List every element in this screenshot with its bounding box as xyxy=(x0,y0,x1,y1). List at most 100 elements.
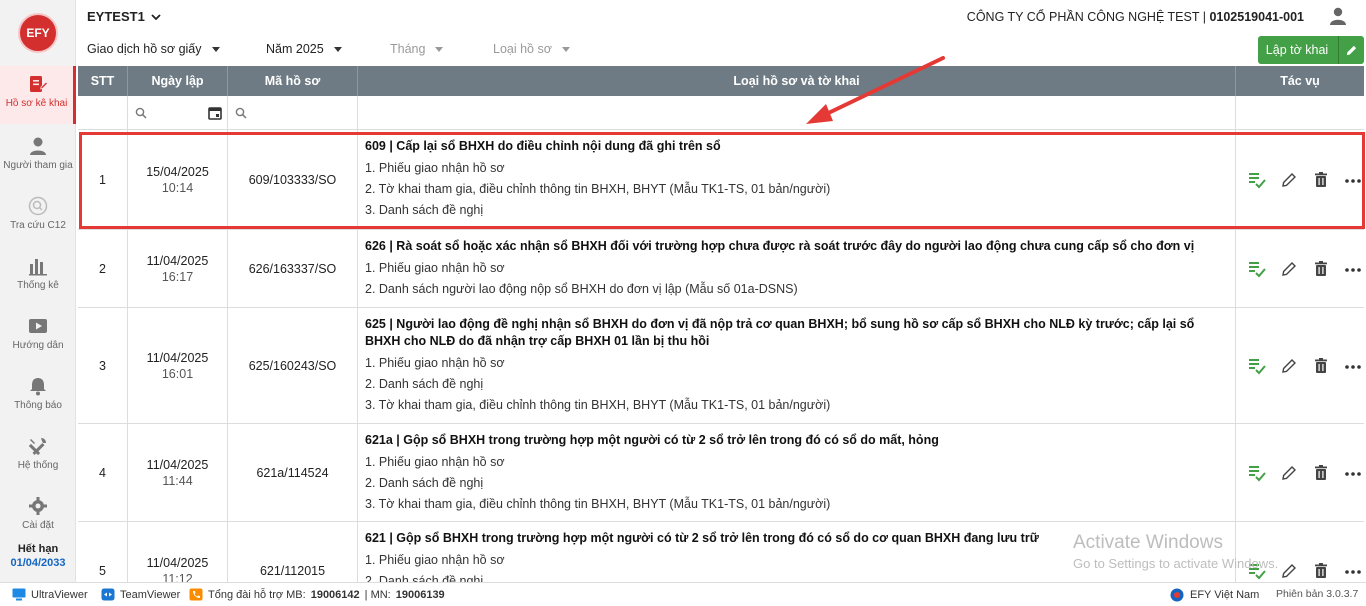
doc-title[interactable]: 609 | Cấp lại sổ BHXH do điều chỉnh nội … xyxy=(365,138,721,155)
phone-icon xyxy=(189,588,203,601)
tenant-name: EYTEST1 xyxy=(87,9,145,24)
delete-trash-icon[interactable] xyxy=(1312,357,1330,375)
table-row[interactable]: 3 11/04/2025 16:01 625/160243/SO 625 | N… xyxy=(78,308,1364,424)
cell-date: 11/04/2025 16:01 xyxy=(128,308,228,423)
code-search-field[interactable] xyxy=(228,96,358,130)
sidebar-item-cai-dat[interactable]: Cài đặt xyxy=(0,488,76,546)
doc-item: 3. Tờ khai tham gia, điều chỉnh thông ti… xyxy=(365,398,831,412)
date-search-field[interactable] xyxy=(128,96,228,130)
version-info: Phiên bản 3.0.3.7 xyxy=(1276,588,1359,600)
sidebar-item-ho-so-ke-khai[interactable]: Hồ sơ kê khai xyxy=(0,66,76,124)
document-edit-icon xyxy=(29,76,48,92)
approve-list-icon[interactable] xyxy=(1248,464,1266,482)
doc-item: 3. Danh sách đề nghị xyxy=(365,203,484,217)
sidebar-item-huong-dan[interactable]: Hướng dẫn xyxy=(0,308,76,366)
time-value: 11:44 xyxy=(162,473,193,488)
type-search-field[interactable] xyxy=(358,96,1236,130)
transaction-filter[interactable]: Giao dịch hồ sơ giấy xyxy=(87,42,220,56)
column-header-stt[interactable]: STT xyxy=(78,66,128,96)
caret-down-icon xyxy=(561,47,570,53)
sidebar-item-nguoi-tham-gia[interactable]: Người tham gia xyxy=(0,128,76,186)
doc-item: 2. Danh sách đề nghị xyxy=(365,377,484,391)
sidebar-item-thong-ke[interactable]: Thống kê xyxy=(0,248,76,306)
doc-item: 2. Danh sách đề nghị xyxy=(365,476,484,490)
user-account-icon[interactable] xyxy=(1328,6,1348,26)
caret-down-icon xyxy=(211,47,220,53)
cell-doc-type: 625 | Người lao động đề nghị nhận sổ BHX… xyxy=(358,308,1236,423)
cell-doc-type: 609 | Cấp lại sổ BHXH do điều chỉnh nội … xyxy=(358,130,1236,229)
cell-date: 11/04/2025 16:17 xyxy=(128,230,228,307)
edit-pencil-icon[interactable] xyxy=(1280,171,1298,189)
delete-trash-icon[interactable] xyxy=(1312,171,1330,189)
activate-windows-subtext: Go to Settings to activate Windows. xyxy=(1073,556,1279,571)
filter-bar: Giao dịch hồ sơ giấy Năm 2025 Tháng Loại… xyxy=(77,34,1366,66)
table-row[interactable]: 1 15/04/2025 10:14 609/103333/SO 609 | C… xyxy=(78,130,1364,230)
doc-item: 2. Tờ khai tham gia, điều chỉnh thông ti… xyxy=(365,182,831,196)
efy-logo[interactable]: EFY xyxy=(18,13,58,53)
row-actions xyxy=(1236,424,1364,521)
tenant-selector[interactable]: EYTEST1 xyxy=(87,9,162,24)
delete-trash-icon[interactable] xyxy=(1312,260,1330,278)
sidebar: EFY Hồ sơ kê khai Người tham gia Tra cứu… xyxy=(0,0,76,582)
edit-pencil-icon[interactable] xyxy=(1280,562,1298,580)
ultraviewer-link[interactable]: UltraViewer xyxy=(12,588,88,601)
efy-small-logo-icon xyxy=(1170,588,1184,602)
cell-date: 11/04/2025 11:12 xyxy=(128,522,228,582)
edit-pencil-icon[interactable] xyxy=(1280,357,1298,375)
calendar-icon[interactable] xyxy=(208,106,222,120)
doc-title[interactable]: 621 | Gộp sổ BHXH trong trường hợp một n… xyxy=(365,530,1039,547)
doc-title[interactable]: 625 | Người lao động đề nghị nhận sổ BHX… xyxy=(365,316,1225,350)
year-filter-value: Năm 2025 xyxy=(266,42,324,56)
sidebar-item-label: Thống kê xyxy=(17,280,59,291)
sidebar-item-tra-cuu-c12[interactable]: Tra cứu C12 xyxy=(0,188,76,246)
delete-trash-icon[interactable] xyxy=(1312,562,1330,580)
table-header: STT Ngày lập Mã hồ sơ Loại hồ sơ và tờ k… xyxy=(78,66,1364,96)
edit-pencil-icon[interactable] xyxy=(1280,464,1298,482)
date-value: 15/04/2025 xyxy=(146,164,209,179)
column-header-code[interactable]: Mã hồ sơ xyxy=(228,66,358,96)
expiry-label: Hết hạn xyxy=(17,543,59,555)
column-header-type[interactable]: Loại hồ sơ và tờ khai xyxy=(358,66,1236,96)
table-row[interactable]: 2 11/04/2025 16:17 626/163337/SO 626 | R… xyxy=(78,230,1364,308)
year-filter[interactable]: Năm 2025 xyxy=(266,42,342,56)
bar-chart-icon xyxy=(29,259,47,276)
sidebar-item-he-thong[interactable]: Hệ thống xyxy=(0,428,76,486)
gear-icon xyxy=(29,497,47,515)
doc-type-filter[interactable]: Loại hồ sơ xyxy=(493,42,570,56)
doc-title[interactable]: 626 | Rà soát sổ hoặc xác nhận sổ BHXH đ… xyxy=(365,238,1194,255)
cell-doc-type: 621a | Gộp sổ BHXH trong trường hợp một … xyxy=(358,424,1236,521)
table-search-row xyxy=(78,96,1364,130)
sidebar-item-thong-bao[interactable]: Thông báo xyxy=(0,368,76,426)
month-filter-placeholder: Tháng xyxy=(390,42,426,56)
time-value: 16:01 xyxy=(161,366,194,381)
table-row[interactable]: 4 11/04/2025 11:44 621a/114524 621a | Gộ… xyxy=(78,424,1364,522)
video-guide-icon xyxy=(29,319,47,333)
approve-list-icon[interactable] xyxy=(1248,171,1266,189)
doc-item: 2. Danh sách người lao động nộp sổ BHXH … xyxy=(365,282,798,296)
doc-title[interactable]: 621a | Gộp sổ BHXH trong trường hợp một … xyxy=(365,432,939,449)
hotline-prefix: Tổng đài hỗ trợ MB: xyxy=(208,588,306,601)
sidebar-item-label: Hệ thống xyxy=(17,460,59,471)
more-options-icon[interactable] xyxy=(1344,260,1362,278)
time-value: 11:12 xyxy=(162,571,193,583)
cell-stt: 4 xyxy=(78,424,128,521)
month-filter[interactable]: Tháng xyxy=(390,42,444,56)
edit-pencil-icon[interactable] xyxy=(1280,260,1298,278)
cell-code: 621/112015 xyxy=(228,522,358,582)
caret-down-icon xyxy=(435,47,444,53)
time-value: 10:14 xyxy=(161,180,194,195)
more-options-icon[interactable] xyxy=(1344,357,1362,375)
more-options-icon[interactable] xyxy=(1344,464,1362,482)
activate-windows-watermark: Activate Windows xyxy=(1073,532,1223,553)
delete-trash-icon[interactable] xyxy=(1312,464,1330,482)
column-header-date[interactable]: Ngày lập xyxy=(128,66,228,96)
more-options-icon[interactable] xyxy=(1344,562,1362,580)
teamviewer-link[interactable]: TeamViewer xyxy=(101,588,180,601)
cell-stt: 3 xyxy=(78,308,128,423)
doc-item: 1. Phiếu giao nhận hồ sơ xyxy=(365,356,505,370)
approve-list-icon[interactable] xyxy=(1248,260,1266,278)
create-declaration-button[interactable]: Lập tờ khai xyxy=(1258,36,1364,64)
approve-list-icon[interactable] xyxy=(1248,357,1266,375)
caret-down-icon xyxy=(333,47,342,53)
more-options-icon[interactable] xyxy=(1344,171,1362,189)
